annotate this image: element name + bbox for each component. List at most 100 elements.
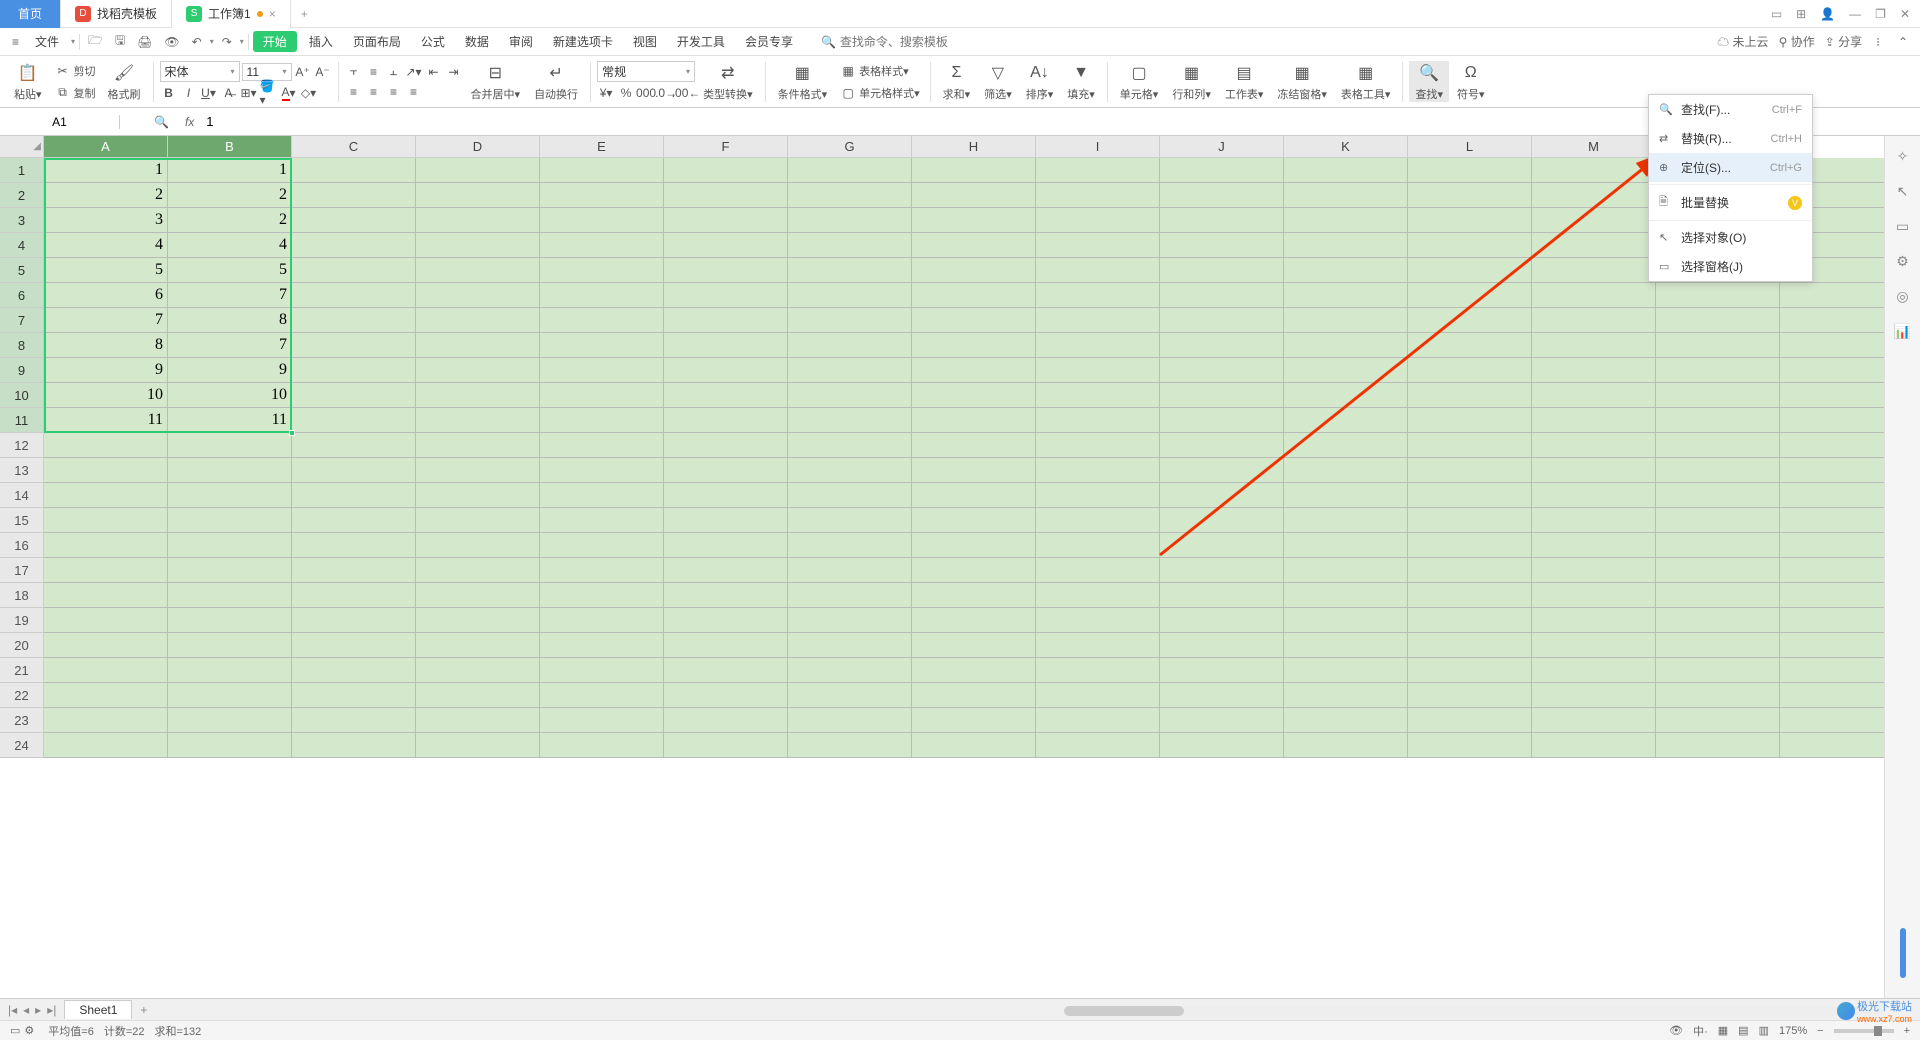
row-header[interactable]: 13 <box>0 458 44 483</box>
col-header[interactable]: B <box>168 136 292 158</box>
panel-icon[interactable]: ▭ <box>1896 218 1909 235</box>
cell[interactable] <box>664 383 788 408</box>
cell[interactable] <box>1408 483 1532 508</box>
dropdown-batch[interactable]: 🗎批量替换V <box>1649 187 1812 218</box>
dropdown-replace[interactable]: ⇄替换(R)...Ctrl+H <box>1649 124 1812 153</box>
cell[interactable] <box>292 408 416 433</box>
cell[interactable] <box>44 483 168 508</box>
cell[interactable] <box>912 558 1036 583</box>
cell[interactable] <box>1532 158 1656 183</box>
cell[interactable] <box>788 258 912 283</box>
cell[interactable] <box>1036 458 1160 483</box>
user-icon[interactable]: 👤 <box>1820 7 1835 21</box>
cell[interactable] <box>416 608 540 633</box>
cell[interactable] <box>1160 708 1284 733</box>
cell[interactable] <box>1160 458 1284 483</box>
command-search[interactable]: 🔍 <box>821 35 960 49</box>
cell[interactable] <box>1780 733 1884 758</box>
cell[interactable] <box>292 733 416 758</box>
cell[interactable] <box>1036 383 1160 408</box>
bold-icon[interactable]: B <box>160 84 178 102</box>
align-left-icon[interactable]: ≡ <box>345 83 363 101</box>
new-tab-button[interactable]: + <box>291 0 318 28</box>
col-header[interactable]: C <box>292 136 416 158</box>
cell[interactable] <box>1284 533 1408 558</box>
align-justify-icon[interactable]: ≡ <box>405 83 423 101</box>
cell[interactable] <box>1284 258 1408 283</box>
row-header[interactable]: 5 <box>0 258 44 283</box>
cell[interactable] <box>1160 433 1284 458</box>
cell[interactable] <box>1284 708 1408 733</box>
cell[interactable] <box>1656 533 1780 558</box>
cell[interactable] <box>1284 158 1408 183</box>
cell[interactable] <box>1656 658 1780 683</box>
menu-newtab[interactable]: 新建选项卡 <box>545 31 621 52</box>
cell[interactable] <box>788 658 912 683</box>
clear-format-icon[interactable]: ◇▾ <box>300 84 318 102</box>
cell[interactable] <box>912 683 1036 708</box>
cell[interactable] <box>416 633 540 658</box>
cell[interactable] <box>416 358 540 383</box>
cell[interactable] <box>912 583 1036 608</box>
cell[interactable] <box>1532 408 1656 433</box>
strike-icon[interactable]: A̶ <box>220 84 238 102</box>
cell[interactable] <box>1036 658 1160 683</box>
cell[interactable] <box>1656 608 1780 633</box>
cell[interactable] <box>1408 183 1532 208</box>
cell[interactable]: 9 <box>168 358 292 383</box>
location-icon[interactable]: ◎ <box>1896 288 1908 305</box>
cell[interactable] <box>1284 608 1408 633</box>
cell[interactable] <box>168 658 292 683</box>
row-header[interactable]: 6 <box>0 283 44 308</box>
row-header[interactable]: 1 <box>0 158 44 183</box>
share-button[interactable]: ⇪ 分享 <box>1825 33 1862 50</box>
cell[interactable] <box>1284 333 1408 358</box>
fill-color-icon[interactable]: 🪣▾ <box>260 84 278 102</box>
row-header[interactable]: 8 <box>0 333 44 358</box>
cell[interactable] <box>44 433 168 458</box>
cell[interactable] <box>1532 558 1656 583</box>
cell[interactable] <box>1780 708 1884 733</box>
cell[interactable] <box>1408 458 1532 483</box>
table-tools-button[interactable]: ▦表格工具▾ <box>1335 61 1397 102</box>
cell[interactable] <box>1160 733 1284 758</box>
row-header[interactable]: 17 <box>0 558 44 583</box>
col-header[interactable]: H <box>912 136 1036 158</box>
more-icon[interactable]: ⁝ <box>1872 33 1884 51</box>
italic-icon[interactable]: I <box>180 84 198 102</box>
row-header[interactable]: 19 <box>0 608 44 633</box>
cell[interactable] <box>1284 733 1408 758</box>
indent-inc-icon[interactable]: ⇥ <box>445 63 463 81</box>
cell[interactable] <box>540 158 664 183</box>
cell[interactable] <box>664 558 788 583</box>
row-header[interactable]: 3 <box>0 208 44 233</box>
cell[interactable] <box>292 208 416 233</box>
menu-data[interactable]: 数据 <box>457 31 497 52</box>
view-break-icon[interactable]: ▥ <box>1759 1024 1769 1037</box>
cell[interactable] <box>1160 183 1284 208</box>
sheet-prev-icon[interactable]: ◂ <box>23 1003 29 1017</box>
align-right-icon[interactable]: ≡ <box>385 83 403 101</box>
cell[interactable] <box>540 633 664 658</box>
cell[interactable] <box>416 308 540 333</box>
type-convert-button[interactable]: ⇄类型转换▾ <box>697 61 759 102</box>
cell[interactable]: 4 <box>168 233 292 258</box>
cell[interactable] <box>1284 308 1408 333</box>
cell[interactable] <box>44 558 168 583</box>
cell[interactable] <box>1408 408 1532 433</box>
cell[interactable] <box>44 533 168 558</box>
cell[interactable]: 2 <box>168 183 292 208</box>
paste-button[interactable]: 📋粘贴▾ <box>8 61 48 102</box>
cell[interactable]: 1 <box>168 158 292 183</box>
symbol-button[interactable]: Ω符号▾ <box>1451 61 1491 102</box>
rowcol-button[interactable]: ▦行和列▾ <box>1166 61 1217 102</box>
cell[interactable] <box>1780 308 1884 333</box>
cell[interactable] <box>1656 508 1780 533</box>
cell[interactable] <box>1532 358 1656 383</box>
cell[interactable] <box>168 458 292 483</box>
cell[interactable] <box>912 508 1036 533</box>
cell[interactable] <box>44 608 168 633</box>
cell[interactable] <box>1036 633 1160 658</box>
cell[interactable] <box>416 583 540 608</box>
cell[interactable] <box>1656 333 1780 358</box>
